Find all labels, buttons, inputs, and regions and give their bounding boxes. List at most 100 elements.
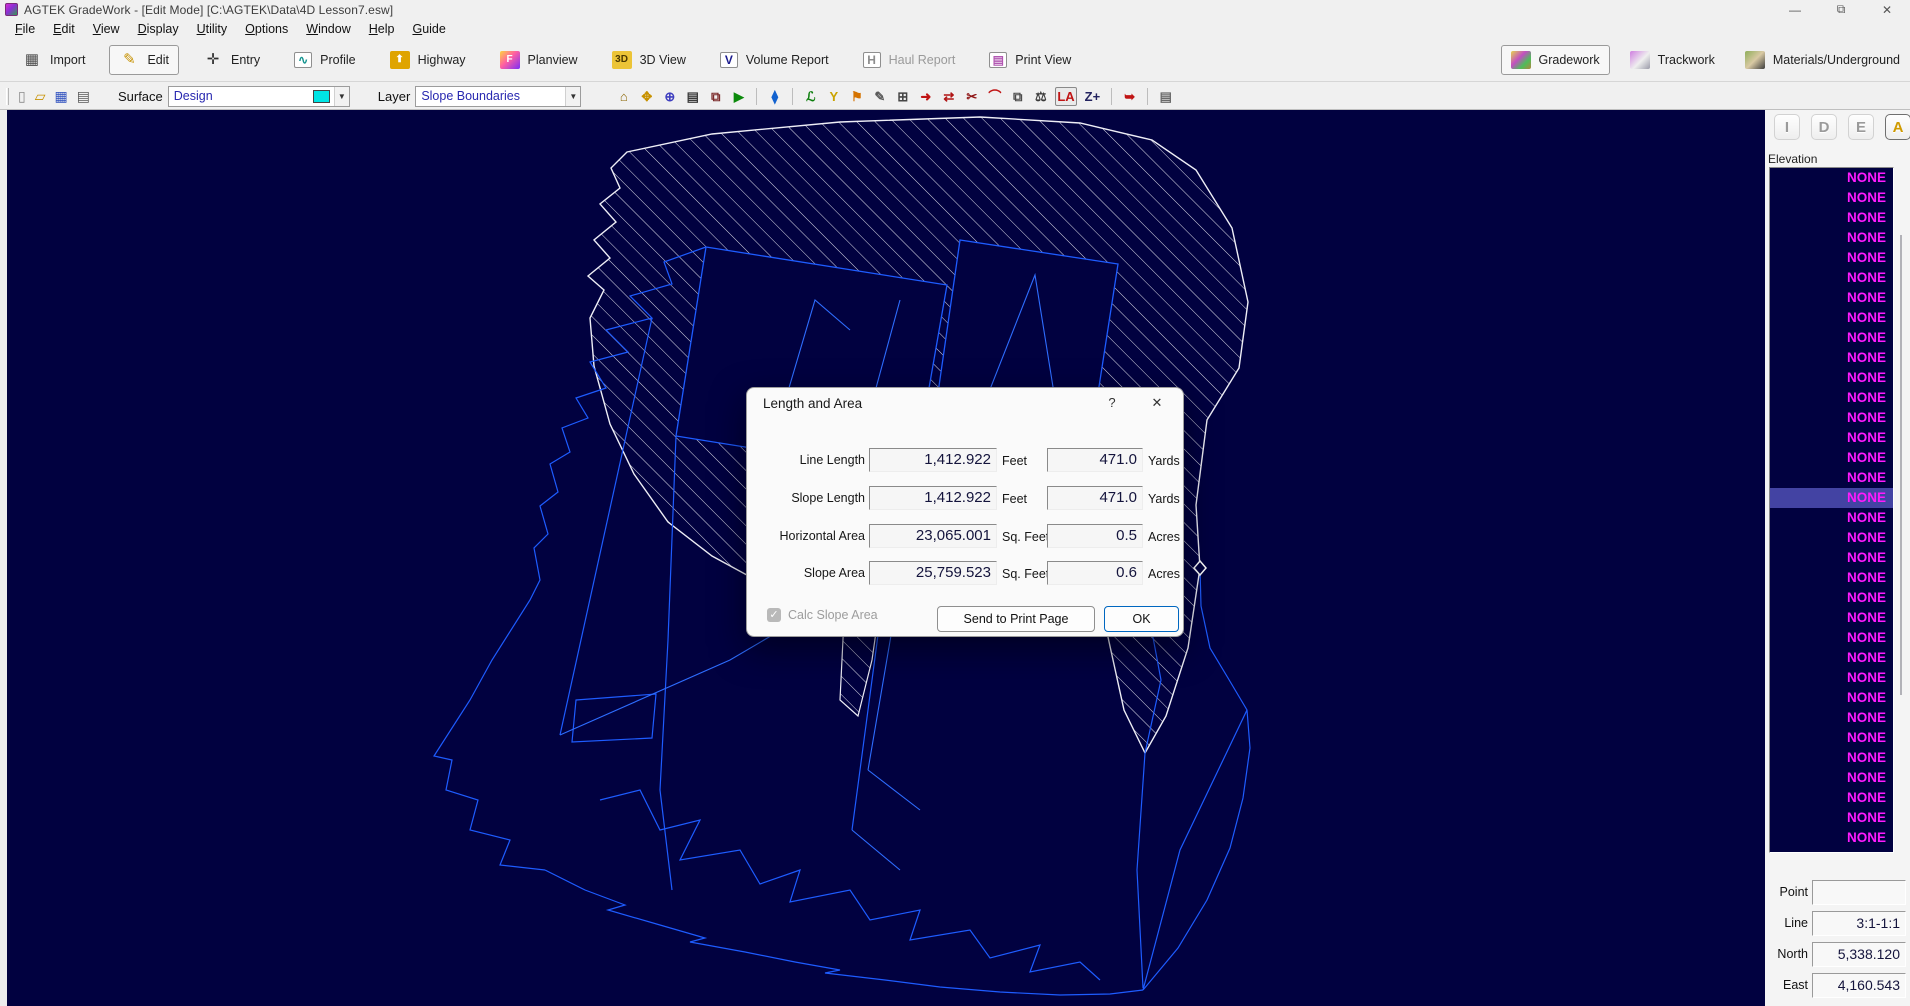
label-area-icon[interactable]: LA bbox=[1055, 87, 1076, 106]
elevation-list-item[interactable]: NONE bbox=[1770, 248, 1893, 268]
surface-dropdown[interactable]: Design ▼ bbox=[168, 86, 350, 107]
elevation-list-item[interactable]: NONE bbox=[1770, 648, 1893, 668]
elevation-list-item[interactable]: NONE bbox=[1770, 228, 1893, 248]
elevation-list-item[interactable]: NONE bbox=[1770, 168, 1893, 188]
elevation-list-item[interactable]: NONE bbox=[1770, 308, 1893, 328]
elevation-list-item[interactable]: NONE bbox=[1770, 468, 1893, 488]
print-icon[interactable]: ▤ bbox=[77, 89, 90, 103]
elevation-list-item[interactable]: NONE bbox=[1770, 448, 1893, 468]
toolbar-button-haul-report[interactable]: HHaul Report bbox=[853, 46, 966, 74]
menu-item-window[interactable]: Window bbox=[297, 21, 359, 37]
dialog-title-bar[interactable]: Length and Area ? ✕ bbox=[747, 388, 1183, 418]
elevation-list-item[interactable]: NONE bbox=[1770, 788, 1893, 808]
toolbar-button-print-view[interactable]: ▤Print View bbox=[979, 46, 1081, 74]
close-button[interactable]: ✕ bbox=[1864, 3, 1910, 17]
menu-item-utility[interactable]: Utility bbox=[188, 21, 237, 37]
elevation-list-item[interactable]: NONE bbox=[1770, 628, 1893, 648]
elevation-list-item[interactable]: NONE bbox=[1770, 268, 1893, 288]
line-length-yards-field[interactable]: 471.0 bbox=[1047, 448, 1143, 472]
menu-item-edit[interactable]: Edit bbox=[44, 21, 84, 37]
elevation-list-item[interactable]: NONE bbox=[1770, 808, 1893, 828]
elevation-list-item[interactable]: NONE bbox=[1770, 748, 1893, 768]
elevation-list-item[interactable]: NONE bbox=[1770, 368, 1893, 388]
menu-item-display[interactable]: Display bbox=[129, 21, 188, 37]
chevron-down-icon[interactable]: ▼ bbox=[565, 87, 580, 106]
toolbar-button-highway[interactable]: ⬆Highway bbox=[380, 45, 476, 75]
mode-d-button[interactable]: D bbox=[1811, 114, 1837, 140]
elevation-list-item[interactable]: NONE bbox=[1770, 728, 1893, 748]
open-folder-icon[interactable]: ▱ bbox=[35, 89, 46, 103]
elevation-list-item[interactable]: NONE bbox=[1770, 588, 1893, 608]
mode-a-button[interactable]: A bbox=[1885, 114, 1910, 140]
status-field-north[interactable]: 5,338.120 bbox=[1812, 942, 1906, 967]
elevation-scrollbar[interactable] bbox=[1900, 235, 1902, 695]
save-icon[interactable]: ▦ bbox=[55, 89, 68, 103]
zoom-region-icon[interactable]: ⊕ bbox=[661, 87, 678, 106]
toolbar-button-materials-underground[interactable]: Materials/Underground bbox=[1735, 45, 1910, 75]
sheets-icon[interactable]: ⧉ bbox=[1009, 87, 1026, 106]
horizontal-area-sq-feet-field[interactable]: 23,065.001 bbox=[869, 524, 997, 548]
slope-area-acres-field[interactable]: 0.6 bbox=[1047, 561, 1143, 585]
pan-hand-icon[interactable]: ✥ bbox=[638, 87, 655, 106]
elevation-list-item[interactable]: NONE bbox=[1770, 388, 1893, 408]
z-plus-icon[interactable]: Z+ bbox=[1083, 87, 1103, 106]
elevation-list-item[interactable]: NONE bbox=[1770, 708, 1893, 728]
restore-button[interactable]: ⧉ bbox=[1818, 2, 1864, 17]
elevation-list-item[interactable]: NONE bbox=[1770, 488, 1893, 508]
swap-arrows-icon[interactable]: ⇄ bbox=[940, 87, 957, 106]
menu-item-help[interactable]: Help bbox=[360, 21, 404, 37]
elevation-list-item[interactable]: NONE bbox=[1770, 668, 1893, 688]
toolbar-grip[interactable] bbox=[6, 88, 9, 105]
curve-icon[interactable]: ⌒ bbox=[986, 87, 1003, 106]
mode-e-button[interactable]: E bbox=[1848, 114, 1874, 140]
elevation-list-item[interactable]: NONE bbox=[1770, 608, 1893, 628]
elevation-list-item[interactable]: NONE bbox=[1770, 508, 1893, 528]
elevation-list-item[interactable]: NONE bbox=[1770, 768, 1893, 788]
export-grid-icon[interactable]: ▤ bbox=[684, 87, 701, 106]
overlay-pages-icon[interactable]: ⧉ bbox=[707, 87, 724, 106]
status-field-line[interactable]: 3:1-1:1 bbox=[1812, 911, 1906, 936]
toolbar-button-gradework[interactable]: Gradework bbox=[1501, 45, 1610, 75]
elevation-list-item[interactable]: NONE bbox=[1770, 188, 1893, 208]
menu-item-view[interactable]: View bbox=[84, 21, 129, 37]
menu-item-options[interactable]: Options bbox=[236, 21, 297, 37]
sketch-pencil-icon[interactable]: ✎ bbox=[871, 87, 888, 106]
elevation-list-item[interactable]: NONE bbox=[1770, 288, 1893, 308]
import-arrow-icon[interactable]: ➜ bbox=[917, 87, 934, 106]
trim-scissors-icon[interactable]: ✂ bbox=[963, 87, 980, 106]
calc-slope-area-checkbox[interactable]: ✓ Calc Slope Area bbox=[767, 608, 878, 622]
elevation-list-item[interactable]: NONE bbox=[1770, 428, 1893, 448]
slope-area-sq-feet-field[interactable]: 25,759.523 bbox=[869, 561, 997, 585]
toolbar-button-edit[interactable]: ✎Edit bbox=[109, 45, 179, 75]
home-view-icon[interactable]: ⌂ bbox=[615, 87, 632, 106]
elevation-list-item[interactable]: NONE bbox=[1770, 348, 1893, 368]
elevation-list-item[interactable]: NONE bbox=[1770, 208, 1893, 228]
elevation-list-item[interactable]: NONE bbox=[1770, 568, 1893, 588]
slope-length-feet-field[interactable]: 1,412.922 bbox=[869, 486, 997, 510]
mode-i-button[interactable]: I bbox=[1774, 114, 1800, 140]
toolbar-button-volume-report[interactable]: VVolume Report bbox=[710, 46, 839, 74]
wye-icon[interactable]: Y bbox=[825, 87, 842, 106]
status-field-point[interactable] bbox=[1812, 880, 1906, 905]
send-to-print-page-button[interactable]: Send to Print Page bbox=[937, 606, 1095, 632]
new-file-icon[interactable]: ▯ bbox=[18, 89, 26, 103]
report-doc-icon[interactable]: ▤ bbox=[1157, 87, 1174, 106]
toolbar-button-import[interactable]: ▦Import bbox=[12, 45, 95, 75]
send-to-print-icon[interactable]: ➥ bbox=[1121, 87, 1138, 106]
elevation-list-item[interactable]: NONE bbox=[1770, 548, 1893, 568]
layer-dropdown[interactable]: Slope Boundaries ▼ bbox=[415, 86, 581, 107]
elevation-list-item[interactable]: NONE bbox=[1770, 408, 1893, 428]
run-icon[interactable]: ▶ bbox=[730, 87, 747, 106]
status-field-east[interactable]: 4,160.543 bbox=[1812, 973, 1906, 998]
toolbar-button-planview[interactable]: FPlanview bbox=[490, 45, 588, 75]
horizontal-area-acres-field[interactable]: 0.5 bbox=[1047, 524, 1143, 548]
line-length-feet-field[interactable]: 1,412.922 bbox=[869, 448, 997, 472]
toolbar-button-entry[interactable]: ✛Entry bbox=[193, 45, 270, 75]
elevation-list-item[interactable]: NONE bbox=[1770, 828, 1893, 848]
elevation-list[interactable]: NONENONENONENONENONENONENONENONENONENONE… bbox=[1769, 167, 1894, 853]
ok-button[interactable]: OK bbox=[1104, 606, 1179, 632]
menu-item-guide[interactable]: Guide bbox=[403, 21, 454, 37]
flag-pole-icon[interactable]: ⚑ bbox=[848, 87, 865, 106]
elevation-list-item[interactable]: NONE bbox=[1770, 528, 1893, 548]
slope-length-yards-field[interactable]: 471.0 bbox=[1047, 486, 1143, 510]
